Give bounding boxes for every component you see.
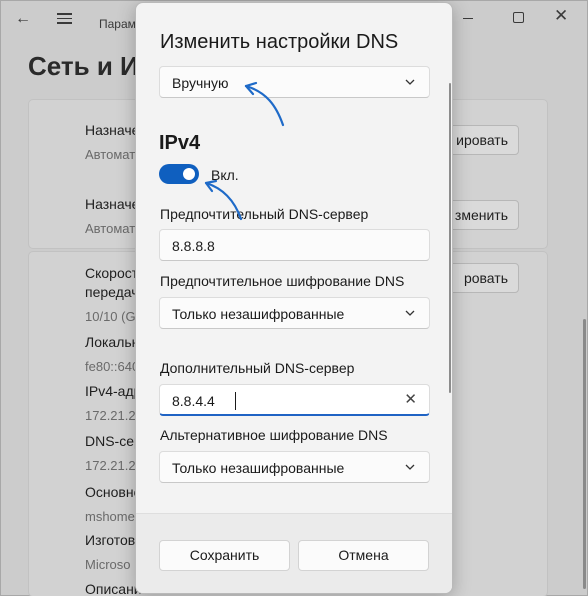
chevron-down-icon — [405, 79, 415, 85]
row-value: fe80::640 — [85, 359, 140, 374]
dns-mode-value: Вручную — [172, 75, 229, 91]
row-label: передач — [85, 284, 139, 300]
ipv4-section-title: IPv4 — [159, 132, 201, 154]
app-title: Парам — [99, 17, 136, 31]
save-button[interactable]: Сохранить — [159, 540, 290, 571]
text-caret — [235, 392, 236, 410]
alternate-dns-value: 8.8.4.4 — [172, 393, 215, 409]
dialog-footer: Сохранить Отмена — [136, 513, 452, 593]
alternate-dns-label: Дополнительный DNS-сервер — [160, 360, 355, 376]
clear-x-icon[interactable]: ✕ — [404, 391, 417, 409]
preferred-dns-label: Предпочтительный DNS-сервер — [160, 206, 369, 222]
row-value: 10/10 (Gl — [85, 309, 139, 324]
page-title: Сеть и И — [28, 51, 139, 81]
row-value: Автомат — [85, 221, 136, 236]
ipv4-toggle[interactable] — [159, 164, 199, 184]
dialog-title: Изменить настройки DNS — [160, 31, 399, 53]
chevron-down-icon — [405, 464, 415, 470]
row-label: Описани — [85, 581, 142, 596]
cancel-button[interactable]: Отмена — [298, 540, 429, 571]
row-label: Скорост — [85, 265, 139, 281]
preferred-dns-input[interactable]: 8.8.8.8 — [159, 229, 430, 261]
row-label: Изготов — [85, 532, 136, 548]
row-value: Microso — [85, 557, 131, 572]
alternate-encryption-dropdown[interactable]: Только незашифрованные — [159, 451, 430, 483]
alternate-encryption-label: Альтернативное шифрование DNS — [160, 427, 388, 443]
edit-dns-dialog: Изменить настройки DNS Вручную IPv4 Вкл.… — [135, 2, 453, 594]
close-icon[interactable]: ✕ — [554, 6, 568, 26]
row-label: DNS-сер — [85, 433, 142, 449]
row-value: mshome — [85, 509, 135, 524]
maximize-icon[interactable] — [513, 12, 524, 23]
minimize-icon[interactable] — [463, 18, 473, 19]
row-label: IPv4-адр — [85, 383, 142, 399]
dialog-scrollbar[interactable] — [449, 83, 451, 393]
row-label: Назначе — [85, 122, 140, 138]
row-label: Локальн — [85, 334, 140, 350]
hamburger-menu-icon[interactable] — [57, 10, 75, 28]
row-value: Автомат — [85, 147, 136, 162]
alternate-encryption-value: Только незашифрованные — [172, 460, 345, 476]
scrollbar[interactable] — [583, 319, 586, 589]
preferred-dns-value: 8.8.8.8 — [172, 238, 215, 254]
preferred-encryption-value: Только незашифрованные — [172, 306, 345, 322]
alternate-dns-input[interactable]: 8.8.4.4 ✕ — [159, 384, 430, 416]
dns-mode-dropdown[interactable]: Вручную — [159, 66, 430, 98]
back-arrow-icon[interactable]: ← — [15, 10, 33, 28]
preferred-encryption-dropdown[interactable]: Только незашифрованные — [159, 297, 430, 329]
chevron-down-icon — [405, 310, 415, 316]
toggle-label: Вкл. — [211, 167, 239, 183]
row-label: Назначе — [85, 196, 140, 212]
preferred-encryption-label: Предпочтительное шифрование DNS — [160, 273, 405, 289]
row-label: Основно — [85, 484, 142, 500]
